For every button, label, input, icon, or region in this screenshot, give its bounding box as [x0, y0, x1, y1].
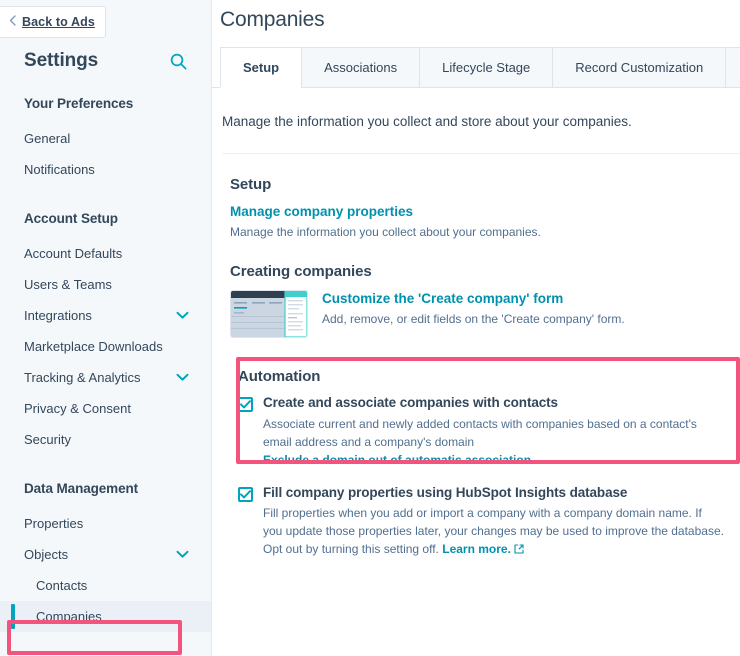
tab-record-customization[interactable]: Record Customization: [552, 47, 726, 87]
back-to-ads-button[interactable]: Back to Ads: [0, 6, 106, 38]
chevron-down-icon[interactable]: [176, 373, 189, 382]
settings-header: Settings: [0, 44, 211, 78]
chevron-left-icon: [9, 15, 16, 28]
creating-companies-block: Customize the 'Create company' form Add,…: [230, 290, 740, 339]
sidebar-item-security[interactable]: Security: [0, 424, 211, 455]
sidebar-nav: Your Preferences General Notifications A…: [0, 96, 211, 632]
section-title-setup: Setup: [230, 176, 272, 193]
sidebar-item-notifications[interactable]: Notifications: [0, 154, 211, 185]
sidebar-item-label: Tracking & Analytics: [24, 370, 141, 385]
automation-option-description: Fill properties when you add or import a…: [263, 504, 724, 559]
sidebar-item-companies[interactable]: Companies: [0, 601, 211, 632]
tab-setup[interactable]: Setup: [220, 47, 302, 87]
divider: [222, 153, 740, 154]
tab-associations[interactable]: Associations: [301, 47, 420, 87]
intro-text: Manage the information you collect and s…: [222, 114, 632, 129]
sidebar-item-label: Privacy & Consent: [24, 401, 131, 416]
sidebar-item-tracking-analytics[interactable]: Tracking & Analytics: [0, 362, 211, 393]
sidebar-item-label: Integrations: [24, 308, 92, 323]
nav-section-header-preferences: Your Preferences: [24, 96, 134, 111]
sidebar-item-label: Companies: [36, 609, 102, 624]
setup-description: Manage the information you collect about…: [230, 225, 541, 239]
automation-option-text: Create and associate companies with cont…: [263, 395, 724, 468]
automation-option-description: Associate current and newly added contac…: [263, 416, 697, 449]
chevron-down-icon[interactable]: [176, 550, 189, 559]
page-header: Companies: [212, 0, 740, 32]
tab-bar: Setup Associations Lifecycle Stage Recor…: [212, 47, 740, 88]
tab-lifecycle-stage[interactable]: Lifecycle Stage: [419, 47, 553, 87]
sidebar-item-label: Security: [24, 432, 71, 447]
page-title-settings: Settings: [24, 50, 99, 71]
form-preview-thumbnail: [230, 290, 308, 339]
tab-overflow[interactable]: [725, 47, 740, 87]
creating-companies-description: Add, remove, or edit fields on the 'Crea…: [322, 312, 625, 327]
sidebar-item-contacts[interactable]: Contacts: [0, 570, 211, 601]
sidebar-item-label: Contacts: [36, 578, 88, 593]
automation-option-title: Fill company properties using HubSpot In…: [263, 484, 628, 500]
sidebar-item-label: Notifications: [24, 162, 95, 177]
app-root: Back to Ads Settings Your Preferences Ge…: [0, 0, 740, 656]
sidebar-item-objects[interactable]: Objects: [0, 539, 211, 570]
sidebar-item-label: Account Defaults: [24, 246, 123, 261]
section-title-creating-companies: Creating companies: [230, 263, 372, 281]
automation-option-insights-database: Fill company properties using HubSpot In…: [238, 485, 724, 559]
manage-company-properties-link[interactable]: Manage company properties: [230, 204, 413, 219]
sidebar-item-label: General: [24, 131, 71, 146]
sidebar-item-label: Marketplace Downloads: [24, 339, 163, 354]
customize-create-company-form-link[interactable]: Customize the 'Create company' form: [322, 291, 563, 306]
sidebar-item-integrations[interactable]: Integrations: [0, 300, 211, 331]
setup-panel: Manage the information you collect and s…: [212, 88, 740, 573]
external-link-icon[interactable]: [514, 541, 524, 559]
settings-sidebar: Back to Ads Settings Your Preferences Ge…: [0, 0, 212, 656]
sidebar-item-label: Users & Teams: [24, 277, 112, 292]
learn-more-link[interactable]: Learn more.: [442, 542, 511, 556]
chevron-down-icon[interactable]: [176, 311, 189, 320]
sidebar-item-account-defaults[interactable]: Account Defaults: [0, 238, 211, 269]
checkbox-create-associate-companies[interactable]: [238, 397, 253, 413]
automation-option-title: Create and associate companies with cont…: [263, 395, 558, 411]
sidebar-item-marketplace-downloads[interactable]: Marketplace Downloads: [0, 331, 211, 362]
tab-label: Record Customization: [575, 60, 704, 75]
page-title: Companies: [220, 8, 325, 31]
nav-section-header-account-setup: Account Setup: [24, 211, 118, 226]
main-content: Companies Setup Associations Lifecycle S…: [212, 0, 740, 656]
automation-option-create-associate: Create and associate companies with cont…: [238, 395, 724, 468]
creating-companies-text: Customize the 'Create company' form Add,…: [322, 290, 625, 328]
sidebar-item-label: Properties: [24, 516, 84, 531]
sidebar-item-privacy-consent[interactable]: Privacy & Consent: [0, 393, 211, 424]
search-icon[interactable]: [170, 53, 187, 70]
back-to-ads-label: Back to Ads: [22, 15, 95, 29]
automation-section: Automation Create and associate companie…: [230, 356, 724, 572]
nav-section-header-data-management: Data Management: [24, 481, 139, 496]
automation-option-text: Fill company properties using HubSpot In…: [263, 485, 724, 559]
tab-label: Lifecycle Stage: [442, 60, 531, 75]
tab-label: Setup: [243, 60, 280, 75]
sidebar-item-label: Objects: [24, 547, 69, 562]
tab-label: Associations: [324, 60, 398, 75]
exclude-domain-link[interactable]: Exclude a domain out of automatic associ…: [263, 453, 531, 467]
sidebar-item-general[interactable]: General: [0, 123, 211, 154]
sidebar-item-properties[interactable]: Properties: [0, 508, 211, 539]
sidebar-item-users-teams[interactable]: Users & Teams: [0, 269, 211, 300]
section-title-automation: Automation: [238, 368, 321, 386]
checkbox-fill-company-properties[interactable]: [238, 486, 253, 502]
setup-block: Manage company properties Manage the inf…: [230, 203, 740, 241]
